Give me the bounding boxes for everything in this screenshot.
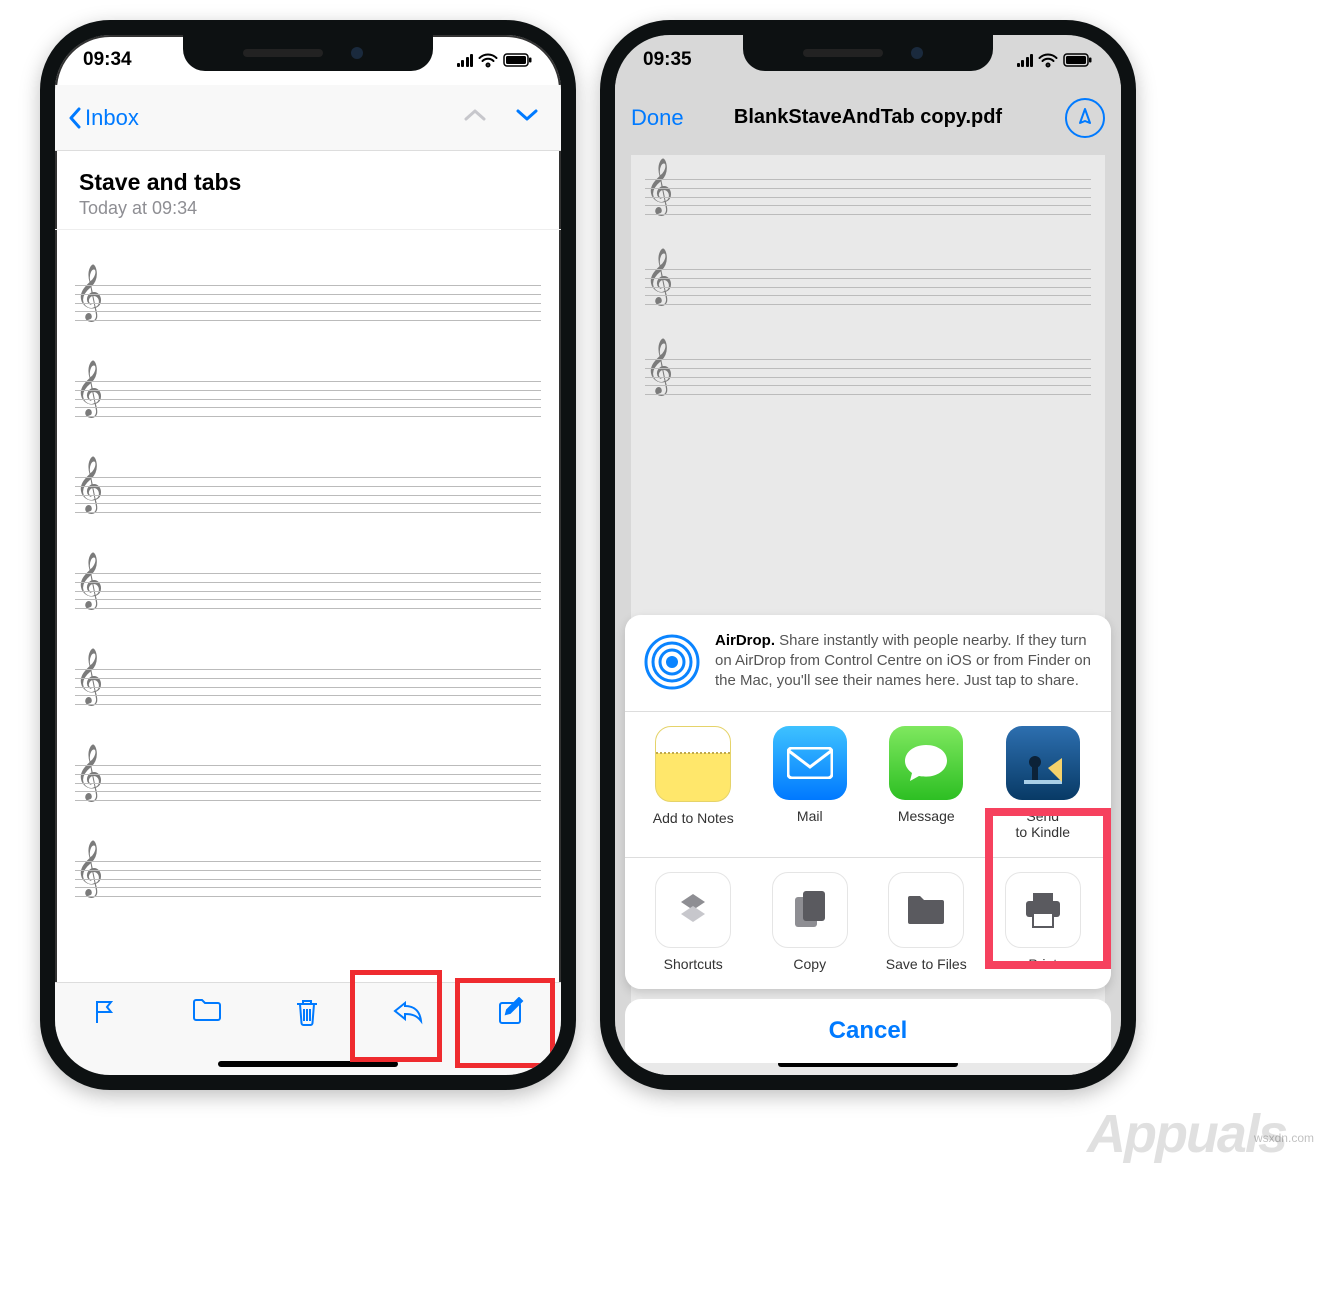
share-message[interactable]: Message: [868, 726, 985, 842]
airdrop-description: AirDrop. Share instantly with people nea…: [715, 631, 1095, 693]
mail-subject: Stave and tabs: [79, 169, 537, 196]
shortcuts-icon: [655, 872, 731, 948]
music-stave: 𝄞: [75, 659, 541, 709]
app-label-l2: to Kindle: [1016, 824, 1070, 841]
music-stave: 𝄞: [645, 259, 1091, 309]
action-save-to-files[interactable]: Save to Files: [868, 872, 985, 973]
back-label: Inbox: [85, 105, 139, 131]
reply-button[interactable]: [391, 997, 425, 1030]
vol-up: [40, 245, 41, 325]
vol-up: [600, 245, 601, 325]
notch: [183, 35, 433, 71]
kindle-app-icon: [1006, 726, 1080, 800]
mail-header: Stave and tabs Today at 09:34: [55, 155, 561, 230]
action-print[interactable]: Print: [985, 872, 1102, 973]
mute-switch: [40, 175, 41, 220]
cellular-icon: [457, 53, 474, 67]
share-sheet: AirDrop. Share instantly with people nea…: [625, 615, 1111, 1063]
battery-icon: [503, 53, 533, 67]
share-action-row: Shortcuts Copy Save to Files: [625, 858, 1111, 989]
action-copy[interactable]: Copy: [752, 872, 869, 973]
music-stave: 𝄞: [75, 851, 541, 901]
music-stave: 𝄞: [645, 169, 1091, 219]
messages-app-icon: [889, 726, 963, 800]
delete-button[interactable]: [293, 997, 321, 1032]
share-send-to-kindle[interactable]: Send to Kindle: [985, 726, 1102, 842]
home-indicator[interactable]: [218, 1061, 398, 1067]
action-shortcuts[interactable]: Shortcuts: [635, 872, 752, 973]
phone-left-mail: 09:34 Inbox: [40, 20, 576, 1090]
vol-down: [600, 340, 601, 420]
music-stave: 𝄞: [75, 755, 541, 805]
app-label: Mail: [797, 808, 823, 825]
mute-switch: [600, 175, 601, 220]
action-label: Copy: [793, 956, 826, 973]
print-icon: [1005, 872, 1081, 948]
files-icon: [888, 872, 964, 948]
cancel-button[interactable]: Cancel: [625, 999, 1111, 1063]
vol-down: [40, 340, 41, 420]
pdf-title: BlankStaveAndTab copy.pdf: [734, 106, 1002, 129]
music-stave: 𝄞: [75, 371, 541, 421]
notch: [743, 35, 993, 71]
phone-right-share: 09:35 Done BlankStaveAndTab copy.pdf 𝄞: [600, 20, 1136, 1090]
app-label: Add to Notes: [653, 810, 734, 827]
mail-date: Today at 09:34: [79, 198, 537, 219]
mail-body[interactable]: 𝄞 𝄞 𝄞 𝄞 𝄞 𝄞 𝄞: [55, 235, 561, 995]
nav-bar: Inbox: [55, 85, 561, 151]
app-label: Message: [898, 808, 955, 825]
side-button: [575, 235, 576, 365]
battery-icon: [1063, 53, 1093, 67]
pdf-nav-bar: Done BlankStaveAndTab copy.pdf: [615, 85, 1121, 150]
airdrop-bold: AirDrop.: [715, 632, 775, 649]
action-label: Shortcuts: [664, 956, 723, 973]
copy-icon: [772, 872, 848, 948]
action-label: Print: [1028, 956, 1057, 973]
music-stave: 𝄞: [75, 563, 541, 613]
flag-button[interactable]: [90, 997, 120, 1032]
notes-app-icon: [655, 726, 731, 802]
airdrop-icon: [641, 631, 703, 693]
music-stave: 𝄞: [645, 349, 1091, 399]
share-app-row: Add to Notes Mail Message: [625, 712, 1111, 859]
next-message-button[interactable]: [515, 107, 539, 128]
cancel-label: Cancel: [829, 1017, 908, 1045]
wifi-icon: [1038, 53, 1058, 68]
airdrop-section[interactable]: AirDrop. Share instantly with people nea…: [625, 615, 1111, 712]
cellular-icon: [1017, 53, 1034, 67]
status-time: 09:35: [643, 49, 692, 71]
music-stave: 𝄞: [75, 467, 541, 517]
back-button[interactable]: Inbox: [67, 105, 139, 131]
status-time: 09:34: [83, 49, 132, 71]
move-button[interactable]: [191, 997, 223, 1030]
share-mail[interactable]: Mail: [752, 726, 869, 842]
source-watermark: wsxdn.com: [1254, 1131, 1314, 1145]
markup-button[interactable]: [1065, 98, 1105, 138]
wifi-icon: [478, 53, 498, 68]
mail-app-icon: [773, 726, 847, 800]
app-label-l1: Send: [1026, 808, 1059, 825]
share-add-to-notes[interactable]: Add to Notes: [635, 726, 752, 842]
side-button: [1135, 235, 1136, 365]
music-stave: 𝄞: [75, 275, 541, 325]
prev-message-button[interactable]: [463, 107, 487, 128]
action-label: Save to Files: [886, 956, 967, 973]
compose-button[interactable]: [496, 997, 526, 1032]
done-button[interactable]: Done: [631, 105, 684, 131]
